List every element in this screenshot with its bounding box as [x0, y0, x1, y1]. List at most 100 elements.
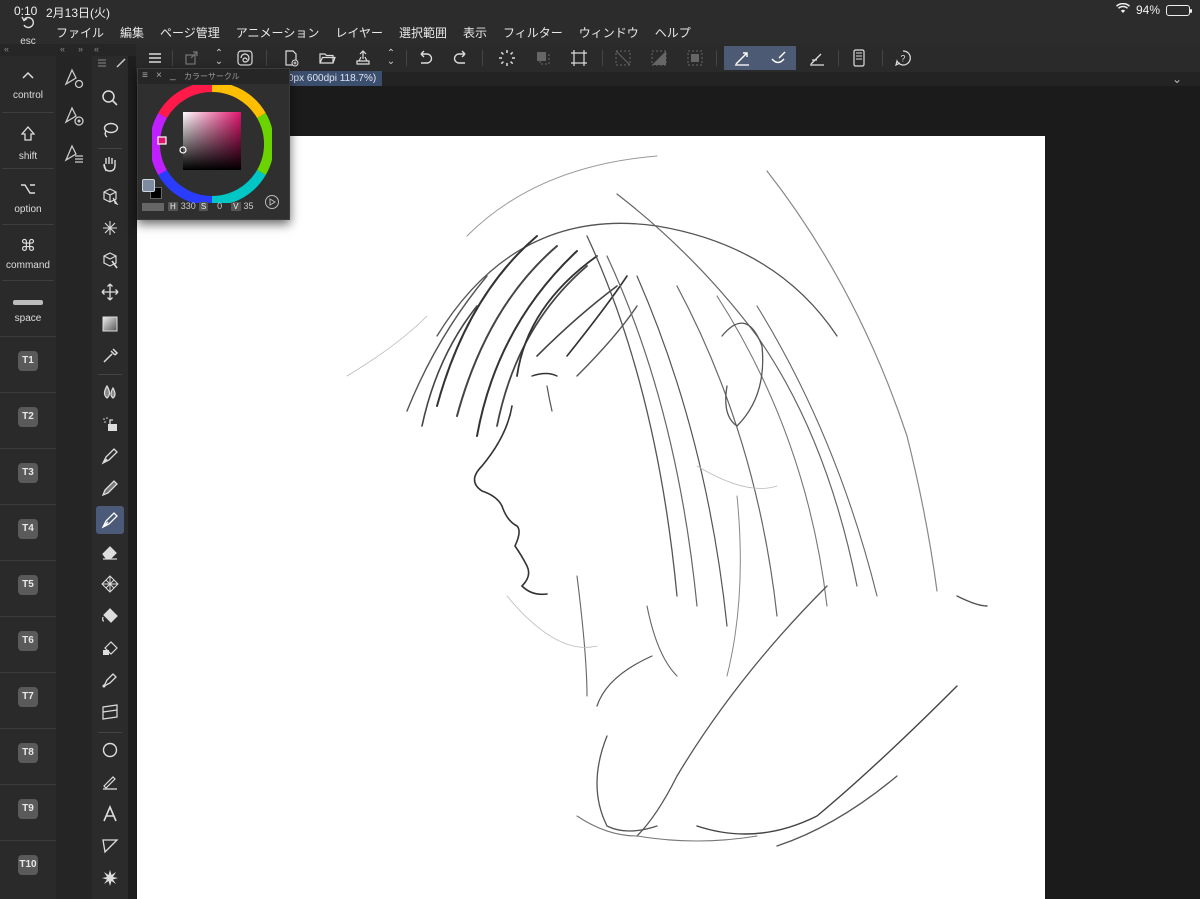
menu-page-management[interactable]: ページ管理 [152, 24, 228, 41]
pencil-tool-active-icon[interactable] [96, 506, 124, 534]
shortcut-key-t8[interactable]: T8 [0, 728, 56, 784]
undo-icon[interactable] [412, 46, 438, 70]
t10-label: T10 [18, 855, 38, 875]
gradient-tool-icon[interactable] [96, 310, 124, 338]
shortcut-key-t6[interactable]: T6 [0, 616, 56, 672]
snap-to-ruler-icon[interactable] [724, 46, 760, 70]
menu-file[interactable]: ファイル [48, 24, 112, 41]
menu-filter[interactable]: フィルター [495, 24, 571, 41]
loading-spinner-icon[interactable] [494, 46, 520, 70]
ruler-pen-tool-icon[interactable] [96, 768, 124, 796]
crop-icon[interactable] [566, 46, 592, 70]
shortcut-key-t3[interactable]: T3 [0, 448, 56, 504]
menu-animation[interactable]: アニメーション [228, 24, 328, 41]
invert-selection-icon[interactable] [646, 46, 672, 70]
balloon-tool-icon[interactable] [96, 832, 124, 860]
main-menu-icon[interactable] [142, 46, 168, 70]
blend-tool-icon[interactable] [96, 378, 124, 406]
main-color-swatch[interactable] [142, 179, 155, 192]
shortcut-key-t2[interactable]: T2 [0, 392, 56, 448]
h-label: H [168, 201, 178, 211]
status-right: 94% [1115, 2, 1192, 17]
sub-tool-settings-icon[interactable] [60, 64, 88, 92]
help-icon[interactable]: ? [890, 46, 916, 70]
t5-label: T5 [18, 575, 38, 595]
t2-label: T2 [18, 407, 38, 427]
save-icon[interactable] [350, 46, 376, 70]
minimize-icon[interactable]: _ [170, 70, 176, 81]
pencil-tool-icon[interactable] [96, 474, 124, 502]
redo-icon[interactable] [448, 46, 474, 70]
play-icon[interactable] [265, 195, 279, 209]
tool-column [92, 56, 128, 899]
option-key[interactable]: option [0, 182, 56, 215]
frame-tool-icon[interactable] [96, 698, 124, 726]
move-layer-tool-icon[interactable] [96, 278, 124, 306]
auto-select-tool-icon[interactable] [96, 214, 124, 242]
new-file-icon[interactable] [278, 46, 304, 70]
show-selection-icon[interactable] [682, 46, 708, 70]
shortcut-key-t4[interactable]: T4 [0, 504, 56, 560]
menu-window[interactable]: ウィンドウ [571, 24, 647, 41]
shortcut-key-t1[interactable]: T1 [0, 336, 56, 392]
cloud-sync-icon[interactable] [232, 46, 258, 70]
deselect-icon[interactable] [610, 46, 636, 70]
close-icon[interactable]: × [156, 70, 162, 81]
object-tool-icon[interactable] [96, 182, 124, 210]
color-wheel[interactable] [152, 85, 272, 203]
operation-tool-icon[interactable] [96, 246, 124, 274]
burst-tool-icon[interactable] [96, 864, 124, 892]
zoom-tool-icon[interactable] [96, 84, 124, 112]
document-tab[interactable]: 0px 600dpi 118.7%) [286, 71, 383, 86]
menu-layer[interactable]: レイヤー [327, 24, 391, 41]
lasso-tool-icon[interactable] [96, 116, 124, 144]
open-in-desktop-icon[interactable] [178, 46, 204, 70]
sub-tool-property-icon[interactable] [60, 102, 88, 130]
airbrush-tool-icon[interactable] [96, 410, 124, 438]
tool-menu-icon[interactable] [96, 58, 108, 68]
menu-help[interactable]: ヘルプ [647, 24, 699, 41]
shortcut-key-t7[interactable]: T7 [0, 672, 56, 728]
transparent-color-swatch[interactable] [142, 203, 164, 211]
device-icon[interactable] [846, 46, 872, 70]
panel-collapse-strip[interactable]: « « » « [0, 44, 136, 56]
sub-tool-detail-icon[interactable] [60, 140, 88, 168]
command-bar: ⌃ ⌄ ⌃ ⌄ ? [136, 44, 1200, 72]
shortcut-key-t5[interactable]: T5 [0, 560, 56, 616]
menu-view[interactable]: 表示 [455, 24, 495, 41]
shortcut-key-t9[interactable]: T9 [0, 784, 56, 840]
hue-handle[interactable] [157, 136, 167, 145]
chevron-down-icon[interactable]: ⌄ [1172, 72, 1182, 86]
clear-selection-icon[interactable] [530, 46, 556, 70]
eyedropper-tool-icon[interactable] [96, 342, 124, 370]
sort-icon[interactable]: ⌃ ⌄ [206, 46, 232, 70]
command-key[interactable]: ⌘ command [0, 238, 56, 271]
space-key[interactable]: space [0, 294, 56, 324]
palette-title: カラーサークル [184, 72, 240, 81]
fill-select-tool-icon[interactable] [96, 634, 124, 662]
drawing-canvas[interactable] [137, 136, 1045, 899]
command-symbol-icon: ⌘ [20, 238, 36, 255]
control-key[interactable]: control [0, 68, 56, 101]
snap-to-special-ruler-icon[interactable] [760, 46, 796, 70]
vector-pen-tool-icon[interactable] [96, 666, 124, 694]
eraser-tool-icon[interactable] [96, 538, 124, 566]
menu-selection[interactable]: 選択範囲 [391, 24, 455, 41]
decoration-tool-icon[interactable] [96, 570, 124, 598]
battery-icon [1166, 4, 1192, 16]
fill-tool-icon[interactable] [96, 602, 124, 630]
hand-tool-icon[interactable] [96, 150, 124, 178]
figure-tool-icon[interactable] [96, 736, 124, 764]
text-tool-icon[interactable] [96, 800, 124, 828]
shift-key[interactable]: shift [0, 126, 56, 162]
brush-tab-icon[interactable] [114, 56, 128, 70]
palette-grip-icon[interactable]: ≡ [142, 70, 148, 81]
save-options-icon[interactable]: ⌃ ⌄ [378, 46, 404, 70]
snap-to-grid-icon[interactable] [804, 46, 830, 70]
sketch-illustration [346, 155, 988, 847]
esc-key[interactable]: esc [0, 14, 56, 47]
open-folder-icon[interactable] [314, 46, 340, 70]
pen-tool-icon[interactable] [96, 442, 124, 470]
shortcut-key-t10[interactable]: T10 [0, 840, 56, 896]
menu-edit[interactable]: 編集 [112, 24, 152, 41]
